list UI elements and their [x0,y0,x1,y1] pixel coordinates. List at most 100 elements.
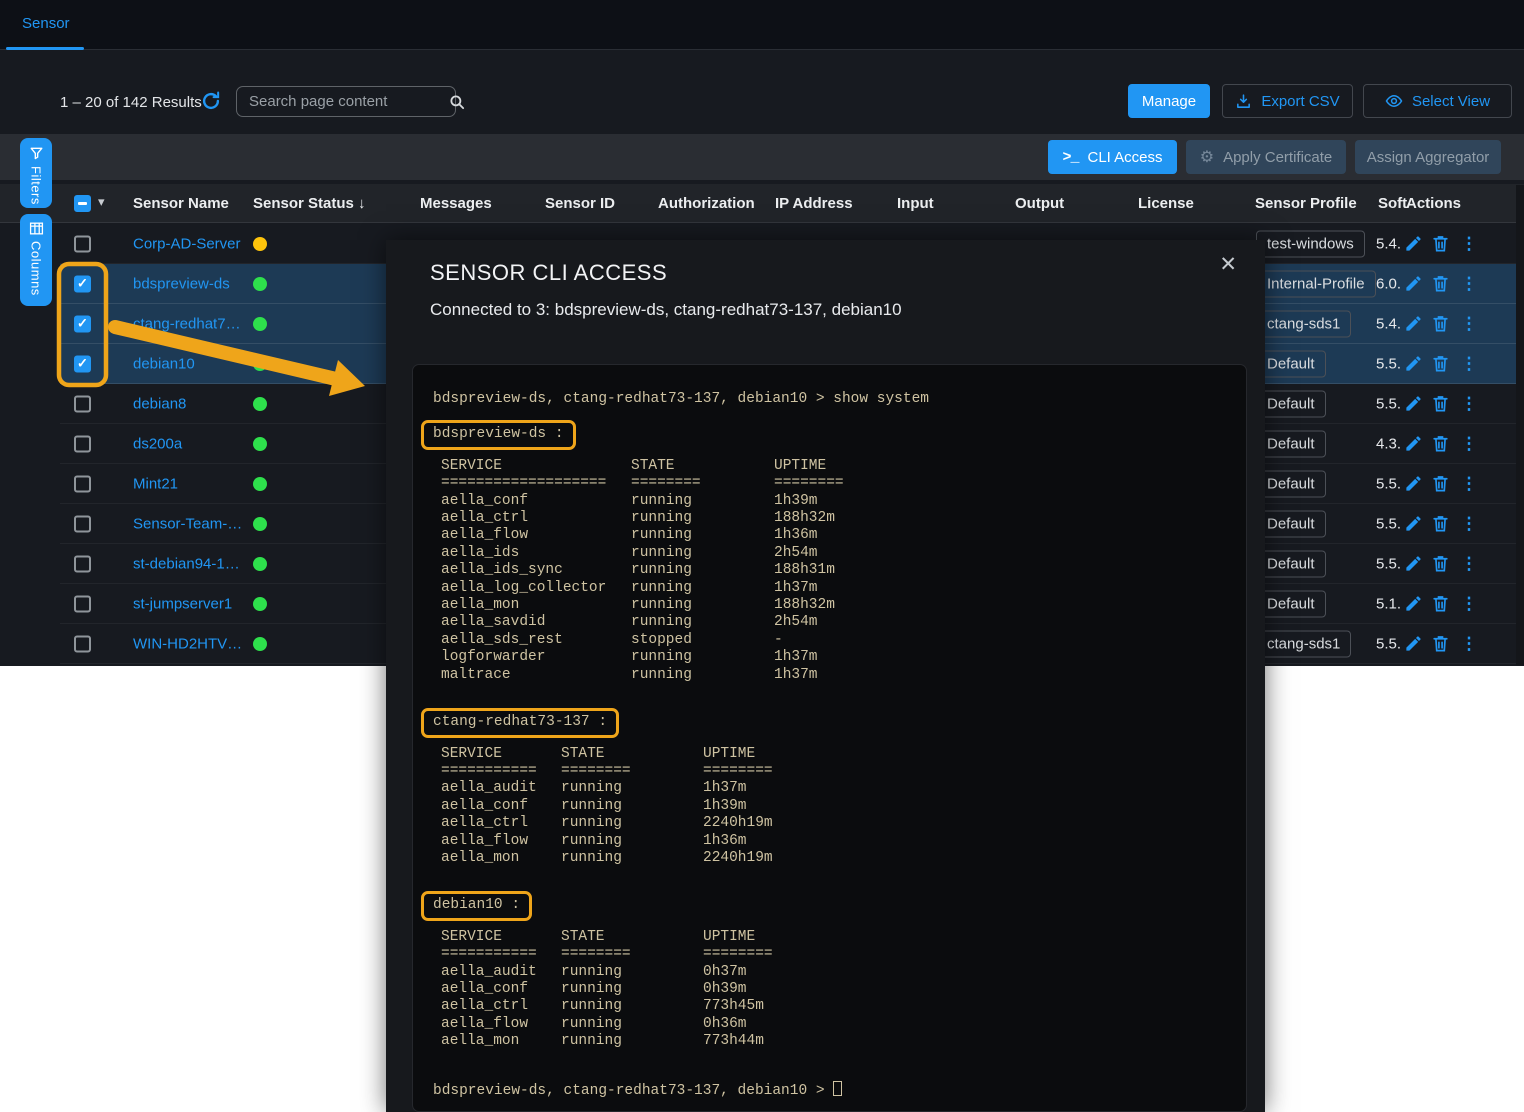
kebab-menu-icon[interactable]: ⋮ [1459,634,1479,654]
row-checkbox[interactable] [74,635,91,652]
select-view-button[interactable]: Select View [1363,84,1512,118]
sensor-name-link[interactable]: ds200a [133,435,182,452]
row-checkbox[interactable]: ✓ [74,275,91,292]
export-csv-button[interactable]: Export CSV [1222,84,1353,118]
caret-down-icon[interactable]: ▾ [98,194,105,210]
search-icon[interactable] [448,93,466,111]
column-header-sensor-status[interactable]: Sensor Status ↓ [253,195,366,212]
column-header-sensor-name[interactable]: Sensor Name [133,195,229,212]
manage-button[interactable]: Manage [1128,84,1210,118]
kebab-menu-icon[interactable]: ⋮ [1459,594,1479,614]
row-checkbox[interactable] [74,555,91,572]
delete-trash-icon[interactable] [1431,354,1451,374]
row-checkbox[interactable]: ✓ [74,355,91,372]
sensor-name-link[interactable]: debian8 [133,395,186,412]
column-header-actions[interactable]: Actions [1406,195,1461,212]
select-all-checkbox[interactable] [74,195,91,212]
edit-pencil-icon[interactable] [1404,474,1424,494]
edit-pencil-icon[interactable] [1404,234,1424,254]
search-input[interactable] [249,93,448,110]
sensor-profile-chip[interactable]: ctang-sds1 [1256,310,1351,337]
modal-subtitle: Connected to 3: bdspreview-ds, ctang-red… [430,300,902,320]
row-checkbox[interactable] [74,475,91,492]
prompt-text: bdspreview-ds, ctang-redhat73-137, debia… [433,1083,833,1099]
terminal-prompt-line[interactable]: bdspreview-ds, ctang-redhat73-137, debia… [433,1081,1232,1100]
scrollbar-track[interactable] [1516,185,1524,665]
cli-access-button[interactable]: >_ CLI Access [1048,140,1177,174]
cli-terminal[interactable]: bdspreview-ds, ctang-redhat73-137, debia… [412,364,1247,1112]
row-checkbox[interactable] [74,235,91,252]
sensor-profile-chip[interactable]: Default [1256,510,1326,537]
sensor-name-link[interactable]: ctang-redhat7… [133,315,241,332]
sensor-name-link[interactable]: Sensor-Team-… [133,515,242,532]
sensor-name-link[interactable]: Mint21 [133,475,178,492]
delete-trash-icon[interactable] [1431,554,1451,574]
kebab-menu-icon[interactable]: ⋮ [1459,474,1479,494]
kebab-menu-icon[interactable]: ⋮ [1459,514,1479,534]
row-checkbox[interactable] [74,395,91,412]
edit-pencil-icon[interactable] [1404,394,1424,414]
sensor-name-link[interactable]: st-debian94-1… [133,555,240,572]
sensor-profile-chip[interactable]: Default [1256,550,1326,577]
column-header-output[interactable]: Output [1015,195,1064,212]
edit-pencil-icon[interactable] [1404,634,1424,654]
columns-side-tab[interactable]: Columns [20,214,52,306]
sensor-profile-chip[interactable]: Default [1256,430,1326,457]
sensor-name-link[interactable]: Corp-AD-Server [133,235,241,252]
row-checkbox[interactable]: ✓ [74,315,91,332]
cli-access-label: CLI Access [1087,149,1162,166]
tab-sensor[interactable]: Sensor [22,15,70,32]
column-header-sensor-id[interactable]: Sensor ID [545,195,615,212]
sensor-name-link[interactable]: debian10 [133,355,195,372]
delete-trash-icon[interactable] [1431,634,1451,654]
sensor-profile-chip[interactable]: Internal-Profile [1256,270,1376,297]
kebab-menu-icon[interactable]: ⋮ [1459,354,1479,374]
apply-certificate-button[interactable]: ⚙ Apply Certificate [1186,140,1346,174]
edit-pencil-icon[interactable] [1404,354,1424,374]
sensor-profile-chip[interactable]: ctang-sds1 [1256,630,1351,657]
delete-trash-icon[interactable] [1431,234,1451,254]
edit-pencil-icon[interactable] [1404,314,1424,334]
kebab-menu-icon[interactable]: ⋮ [1459,314,1479,334]
kebab-menu-icon[interactable]: ⋮ [1459,234,1479,254]
sensor-name-link[interactable]: WIN-HD2HTV… [133,635,242,652]
edit-pencil-icon[interactable] [1404,434,1424,454]
kebab-menu-icon[interactable]: ⋮ [1459,274,1479,294]
delete-trash-icon[interactable] [1431,474,1451,494]
sensor-name-link[interactable]: st-jumpserver1 [133,595,232,612]
delete-trash-icon[interactable] [1431,514,1451,534]
kebab-menu-icon[interactable]: ⋮ [1459,394,1479,414]
column-header-license[interactable]: License [1138,195,1194,212]
edit-pencil-icon[interactable] [1404,514,1424,534]
delete-trash-icon[interactable] [1431,434,1451,454]
delete-trash-icon[interactable] [1431,594,1451,614]
delete-trash-icon[interactable] [1431,314,1451,334]
filters-side-tab[interactable]: Filters [20,138,52,208]
column-header-input[interactable]: Input [897,195,934,212]
edit-pencil-icon[interactable] [1404,274,1424,294]
sensor-profile-chip[interactable]: test-windows [1256,230,1365,257]
refresh-icon[interactable] [200,90,222,112]
column-header-soft[interactable]: Soft [1378,195,1407,212]
sensor-name-link[interactable]: bdspreview-ds [133,275,230,292]
kebab-menu-icon[interactable]: ⋮ [1459,434,1479,454]
column-header-ip-address[interactable]: IP Address [775,195,853,212]
edit-pencil-icon[interactable] [1404,554,1424,574]
row-checkbox[interactable] [74,515,91,532]
edit-pencil-icon[interactable] [1404,594,1424,614]
sensor-management-screen: Sensor 1 – 20 of 142 Results Manage Expo… [0,0,1524,1112]
column-header-authorization[interactable]: Authorization [658,195,755,212]
sensor-profile-chip[interactable]: Default [1256,470,1326,497]
kebab-menu-icon[interactable]: ⋮ [1459,554,1479,574]
close-icon[interactable]: ✕ [1219,252,1237,277]
row-checkbox[interactable] [74,595,91,612]
sensor-profile-chip[interactable]: Default [1256,390,1326,417]
column-header-messages[interactable]: Messages [420,195,492,212]
delete-trash-icon[interactable] [1431,394,1451,414]
column-header-sensor-profile[interactable]: Sensor Profile [1255,195,1357,212]
sensor-profile-chip[interactable]: Default [1256,350,1326,377]
assign-aggregator-button[interactable]: Assign Aggregator [1355,140,1501,174]
sensor-profile-chip[interactable]: Default [1256,590,1326,617]
delete-trash-icon[interactable] [1431,274,1451,294]
row-checkbox[interactable] [74,435,91,452]
